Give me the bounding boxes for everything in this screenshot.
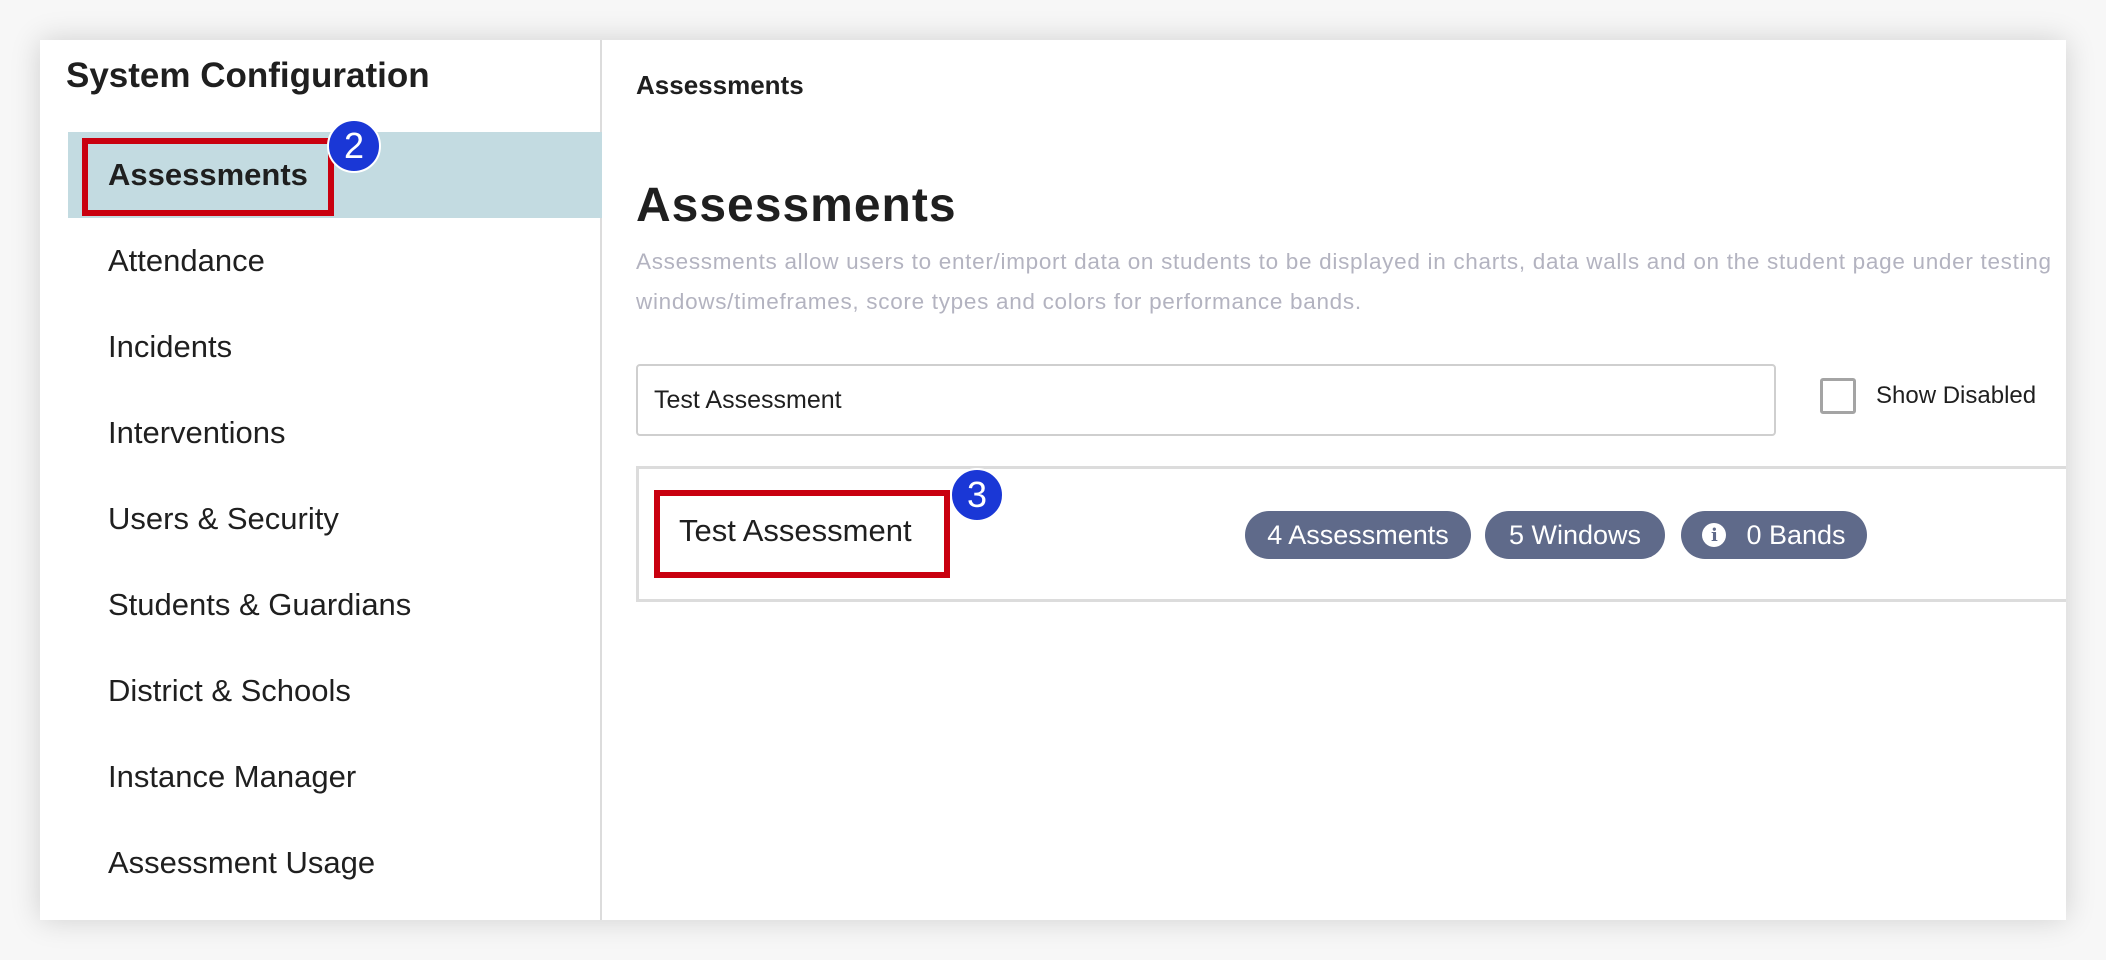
sidebar-item-district-schools[interactable]: District & Schools [68,648,602,734]
show-disabled-toggle[interactable]: Show Disabled [1820,378,2036,414]
badge-label: 5 Windows [1508,519,1642,550]
breadcrumb: Assessments [636,70,804,100]
sidebar-item-label: Attendance [108,243,265,278]
sidebar-item-incidents[interactable]: Incidents [68,304,602,390]
info-icon: i [1702,523,1727,547]
search-input[interactable] [636,364,1776,436]
app-window: System Configuration Assessments Attenda… [40,40,2066,920]
sidebar-item-users-security[interactable]: Users & Security [68,476,602,562]
sidebar-item-label: Incidents [108,329,233,364]
sidebar-item-instance-manager[interactable]: Instance Manager [68,734,602,820]
show-disabled-label: Show Disabled [1876,382,2037,409]
step-badge-3: 3 [950,468,1004,522]
step-badge-2: 2 [327,119,381,173]
sidebar-item-students-guardians[interactable]: Students & Guardians [68,562,602,648]
sidebar-title: System Configuration [66,56,430,95]
sidebar-item-label: Assessments [108,157,308,192]
sidebar-item-label: Assessment Usage [108,845,376,880]
sidebar-item-label: Instance Manager [108,759,357,794]
sidebar-item-attendance[interactable]: Attendance [68,218,602,304]
sidebar-item-label: District & Schools [108,673,351,708]
main-content: Assessments Assessments Assessments allo… [604,40,2066,920]
page-description: Assessments allow users to enter/import … [636,249,2052,314]
sidebar: System Configuration Assessments Attenda… [40,40,602,920]
assessment-name[interactable]: Test Assessment [679,513,912,549]
sidebar-item-label: Students & Guardians [108,587,412,622]
badge-label: 4 Assessments [1267,519,1449,550]
sidebar-item-label: Users & Security [108,501,339,536]
sidebar-nav: Assessments Attendance Incidents Interve… [68,132,602,906]
sidebar-item-label: Interventions [108,415,286,450]
assessments-count-badge: 4 Assessments [1245,511,1471,559]
bands-count-badge: i 0 Bands [1681,511,1867,559]
show-disabled-checkbox[interactable] [1820,378,1856,414]
windows-count-badge: 5 Windows [1485,511,1665,559]
sidebar-item-interventions[interactable]: Interventions [68,390,602,476]
assessment-result-row[interactable]: Test Assessment 4 Assessments 5 Windows … [636,466,2066,602]
page-title: Assessments [636,179,957,232]
badge-label: 0 Bands [1746,519,1846,550]
sidebar-item-assessment-usage[interactable]: Assessment Usage [68,820,602,906]
